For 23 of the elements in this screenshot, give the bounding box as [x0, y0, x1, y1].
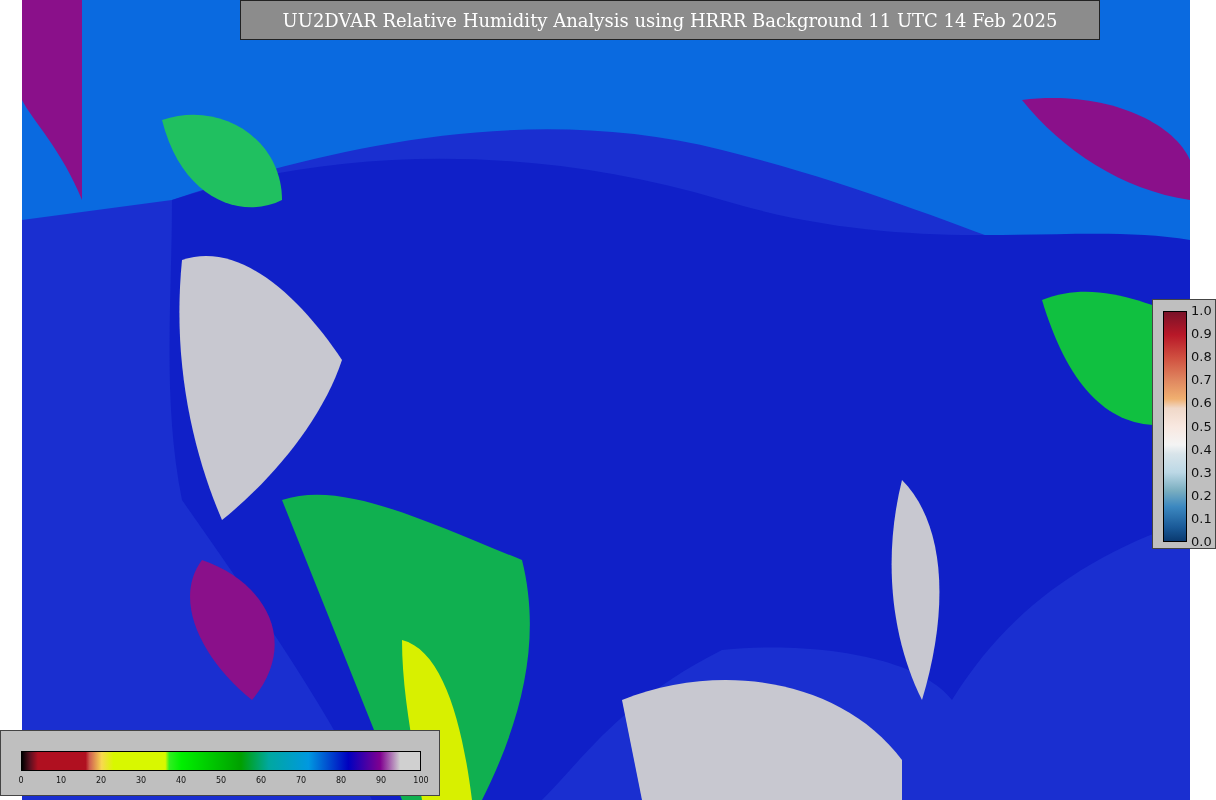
tick-label: 60 [255, 775, 267, 787]
tick-label: 0.8 [1191, 348, 1212, 367]
tick-label: 0.1 [1191, 510, 1212, 529]
tick-label: 0.2 [1191, 487, 1212, 506]
tick-label: 100 [413, 775, 429, 787]
tick-label: 0.7 [1191, 371, 1212, 390]
map-title: UU2DVAR Relative Humidity Analysis using HRRR Background 11 UTC 14 Feb 2025 [240, 0, 1100, 40]
tick-label: 1.0 [1191, 302, 1212, 321]
tick-label: 80 [335, 775, 347, 787]
tick-label: 30 [135, 775, 147, 787]
tick-label: 90 [375, 775, 387, 787]
tick-label: 70 [295, 775, 307, 787]
tick-label: 0.9 [1191, 325, 1212, 344]
tick-label: 10 [55, 775, 67, 787]
tick-label: 20 [95, 775, 107, 787]
tick-label: 40 [175, 775, 187, 787]
tick-label: 0.6 [1191, 394, 1212, 413]
tick-label: 50 [215, 775, 227, 787]
tick-label: 0.0 [1191, 533, 1212, 552]
tick-label: 0.5 [1191, 417, 1212, 436]
tick-label: 0 [18, 775, 24, 787]
tick-label: 0.4 [1191, 440, 1212, 459]
tick-label: 0.3 [1191, 463, 1212, 482]
